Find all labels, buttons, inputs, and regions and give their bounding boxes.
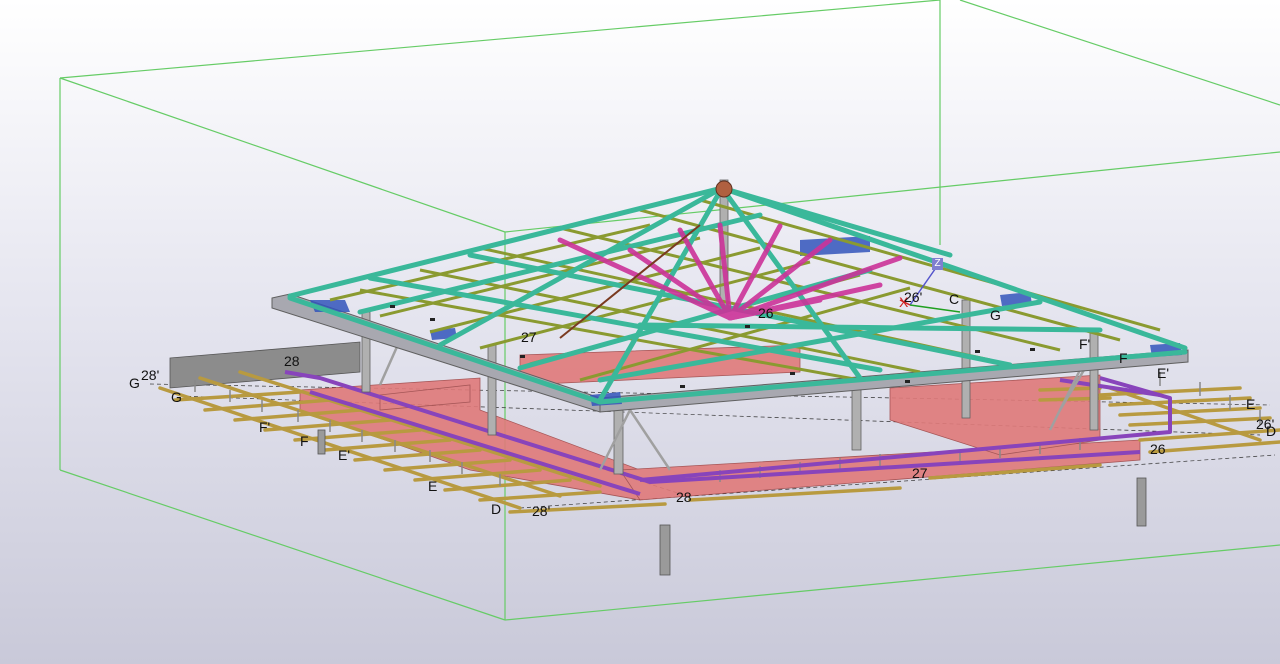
z-axis-label: Z bbox=[932, 258, 943, 270]
grid-label-d-left: D bbox=[491, 501, 502, 517]
structure-model[interactable] bbox=[0, 0, 1280, 664]
grid-label-fp-right: F' bbox=[1079, 336, 1091, 352]
roof-apex[interactable] bbox=[715, 180, 733, 198]
grid-label-f-left: F bbox=[300, 433, 309, 449]
grid-label-27-bottom: 27 bbox=[912, 465, 928, 481]
grid-label-d-right: D bbox=[1266, 423, 1277, 439]
grid-label-26p-top: 26' bbox=[904, 289, 923, 305]
3d-model-viewport[interactable]: Z X 28' G G 28 27 26 F' F E' E D 28' 28 … bbox=[0, 0, 1280, 664]
grid-label-28-left: 28 bbox=[284, 353, 300, 369]
grid-label-e-left: E bbox=[428, 478, 438, 494]
grid-label-27-roof: 27 bbox=[521, 329, 537, 345]
grid-label-f-right: F bbox=[1119, 350, 1128, 366]
grid-label-g-left-2: G bbox=[171, 389, 182, 405]
grid-label-26-roof: 26 bbox=[758, 305, 774, 321]
grid-label-g-right: G bbox=[990, 307, 1001, 323]
grid-label-c-top: C bbox=[949, 291, 960, 307]
grid-label-g-left: G bbox=[129, 375, 140, 391]
grid-label-28-bottom: 28 bbox=[676, 489, 692, 505]
grid-label-28p-bottom: 28' bbox=[532, 503, 551, 519]
grid-label-ep-right: E' bbox=[1157, 365, 1170, 381]
grid-label-ep-left: E' bbox=[338, 447, 351, 463]
grid-label-fp-left: F' bbox=[259, 419, 271, 435]
grid-label-26-right: 26 bbox=[1150, 441, 1166, 457]
grid-label-28p-left: 28' bbox=[141, 367, 160, 383]
grid-label-e-right: E bbox=[1246, 396, 1256, 412]
